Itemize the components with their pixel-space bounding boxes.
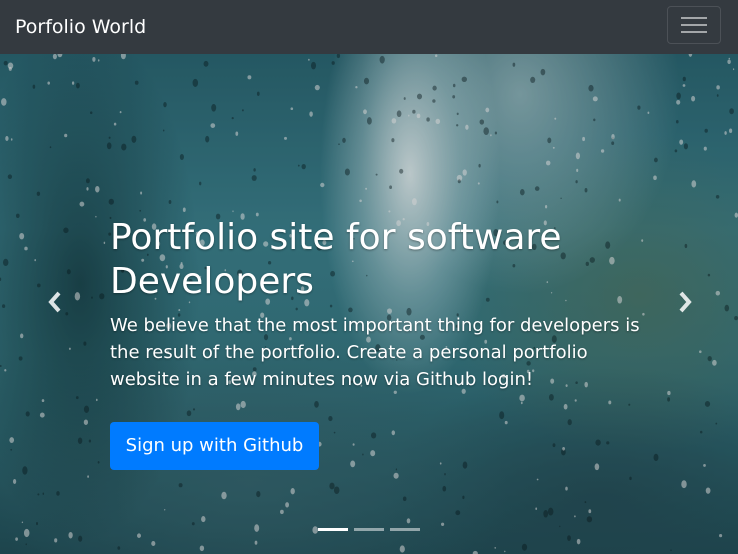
- navbar-toggler-button[interactable]: [667, 6, 721, 44]
- carousel-next-button[interactable]: [672, 290, 696, 314]
- carousel-indicator-3[interactable]: [390, 528, 420, 531]
- navbar: Porfolio World: [0, 0, 738, 54]
- hamburger-icon: [681, 17, 707, 33]
- hero-headline: Portfolio site for software Developers: [110, 217, 562, 302]
- carousel-indicator-2[interactable]: [354, 528, 384, 531]
- chevron-right-icon: [679, 291, 692, 313]
- carousel-prev-button[interactable]: [44, 290, 68, 314]
- signup-github-button[interactable]: Sign up with Github: [110, 422, 319, 470]
- hero-carousel: Portfolio site for software Developers W…: [0, 54, 738, 554]
- carousel-indicator-1[interactable]: [318, 528, 348, 531]
- carousel-caption: Portfolio site for software Developers W…: [110, 216, 640, 393]
- chevron-left-icon: [48, 291, 61, 313]
- hero-lead-text: We believe that the most important thing…: [110, 315, 640, 390]
- navbar-brand[interactable]: Porfolio World: [15, 14, 146, 40]
